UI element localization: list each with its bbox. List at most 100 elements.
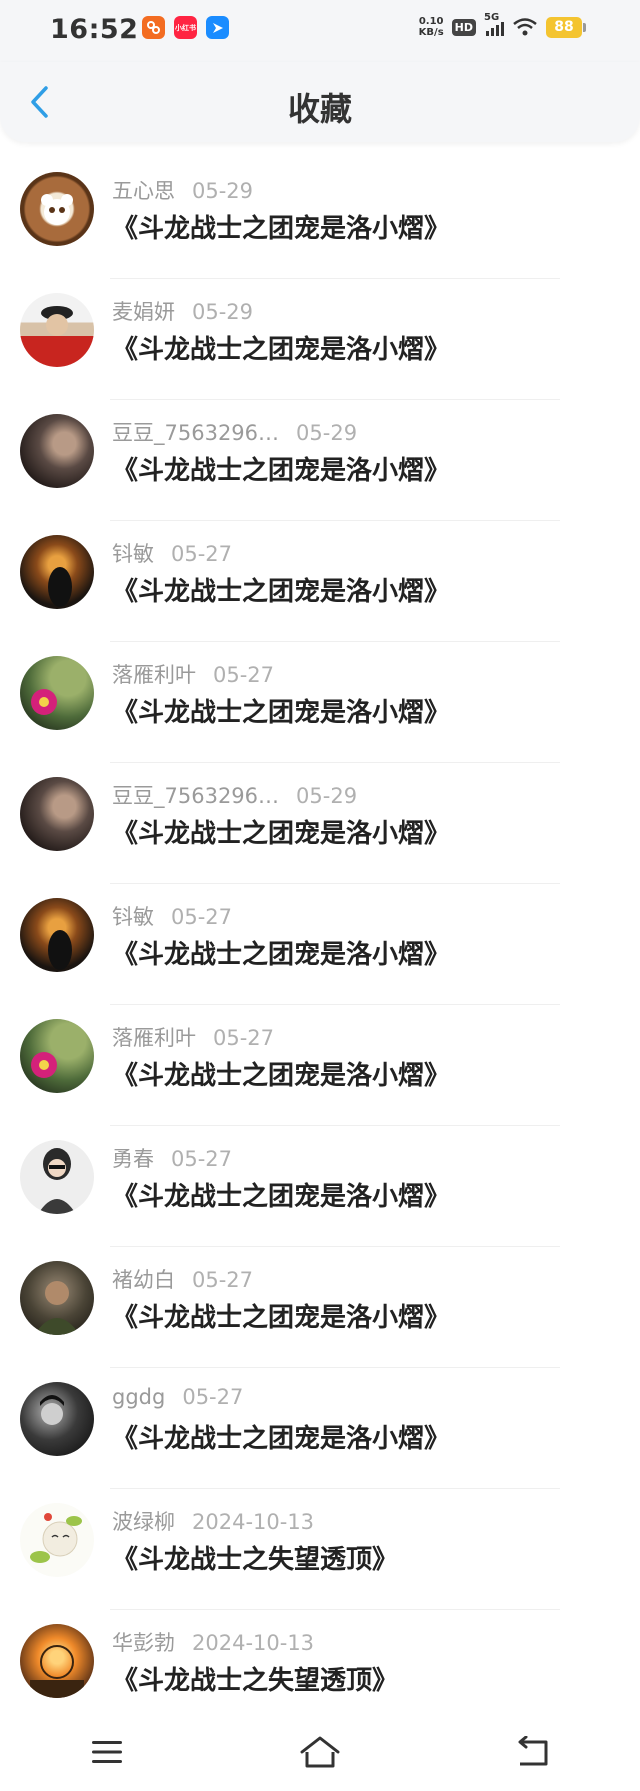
item-title: 《斗龙战士之失望透顶》 xyxy=(112,1666,399,1696)
username: 勇春 xyxy=(112,1147,154,1171)
item-date: 05-27 xyxy=(171,1147,233,1171)
list-item[interactable]: 豆豆_7563296… 05-29 《斗龙战士之团宠是洛小熠》 xyxy=(0,763,640,884)
item-title: 《斗龙战士之团宠是洛小熠》 xyxy=(112,698,451,728)
xiaohongshu-icon: 小红书 xyxy=(174,16,197,39)
username: ggdg xyxy=(112,1385,166,1409)
status-time: 16:52 xyxy=(50,14,139,45)
item-meta: 落雁利叶 05-27 xyxy=(112,659,274,689)
item-meta: 华彭勃 2024-10-13 xyxy=(112,1627,314,1657)
username: 华彭勃 xyxy=(112,1631,175,1655)
item-title: 《斗龙战士之团宠是洛小熠》 xyxy=(112,819,451,849)
item-meta: 落雁利叶 05-27 xyxy=(112,1022,274,1052)
username: 麦娟妍 xyxy=(112,300,175,324)
item-date: 05-27 xyxy=(171,905,233,929)
username: 五心思 xyxy=(112,179,175,203)
menu-icon xyxy=(91,1741,122,1763)
favorites-list: 五心思 05-29 《斗龙战士之团宠是洛小熠》 麦娟妍 05-29 《斗龙战士之团宠… xyxy=(0,158,640,1731)
item-title: 《斗龙战士之团宠是洛小熠》 xyxy=(112,1303,451,1333)
list-item[interactable]: 落雁利叶 05-27 《斗龙战士之团宠是洛小熠》 xyxy=(0,1005,640,1126)
item-title: 《斗龙战士之团宠是洛小熠》 xyxy=(112,940,451,970)
item-meta: 钭敏 05-27 xyxy=(112,901,232,931)
item-meta: 麦娟妍 05-29 xyxy=(112,296,253,326)
username: 褚幼白 xyxy=(112,1268,175,1292)
avatar[interactable] xyxy=(20,1503,94,1577)
net-speed-unit: KB/s xyxy=(418,27,444,38)
status-app-icons: 小红书 xyxy=(142,16,229,39)
net-speed: 0.10 KB/s xyxy=(419,16,444,38)
avatar[interactable] xyxy=(20,172,94,246)
username: 豆豆_7563296… xyxy=(112,421,280,445)
avatar[interactable] xyxy=(20,656,94,730)
item-title: 《斗龙战士之团宠是洛小熠》 xyxy=(112,335,451,365)
item-title: 《斗龙战士之失望透顶》 xyxy=(112,1545,399,1575)
avatar[interactable] xyxy=(20,1261,94,1335)
item-meta: ggdg 05-27 xyxy=(112,1385,243,1409)
item-date: 2024-10-13 xyxy=(192,1510,315,1534)
list-item[interactable]: 波绿柳 2024-10-13 《斗龙战士之失望透顶》 xyxy=(0,1489,640,1610)
home-button[interactable] xyxy=(290,1727,350,1777)
battery-level: 88 xyxy=(554,19,574,35)
item-meta: 五心思 05-29 xyxy=(112,175,253,205)
item-title: 《斗龙战士之团宠是洛小熠》 xyxy=(112,1424,451,1454)
avatar[interactable] xyxy=(20,1019,94,1093)
signal-icon: 5G xyxy=(484,12,504,36)
wifi-icon xyxy=(513,18,537,36)
list-item[interactable]: ggdg 05-27 《斗龙战士之团宠是洛小熠》 xyxy=(0,1368,640,1489)
system-nav-bar xyxy=(0,1713,640,1791)
item-title: 《斗龙战士之团宠是洛小熠》 xyxy=(112,577,451,607)
avatar[interactable] xyxy=(20,535,94,609)
item-date: 05-27 xyxy=(213,1026,275,1050)
avatar[interactable] xyxy=(20,1140,94,1214)
list-item[interactable]: 钭敏 05-27 《斗龙战士之团宠是洛小熠》 xyxy=(0,884,640,1005)
avatar[interactable] xyxy=(20,777,94,851)
list-item[interactable]: 勇春 05-27 《斗龙战士之团宠是洛小熠》 xyxy=(0,1126,640,1247)
app-icon-1 xyxy=(142,16,165,39)
username: 落雁利叶 xyxy=(112,1026,196,1050)
nav-header: 收藏 xyxy=(0,62,640,142)
list-item[interactable]: 豆豆_7563296… 05-29 《斗龙战士之团宠是洛小熠》 xyxy=(0,400,640,521)
item-title: 《斗龙战士之团宠是洛小熠》 xyxy=(112,1182,451,1212)
avatar[interactable] xyxy=(20,1382,94,1456)
username: 波绿柳 xyxy=(112,1510,175,1534)
avatar[interactable] xyxy=(20,1624,94,1698)
item-date: 05-27 xyxy=(213,663,275,687)
username: 钭敏 xyxy=(112,542,154,566)
list-item[interactable]: 褚幼白 05-27 《斗龙战士之团宠是洛小熠》 xyxy=(0,1247,640,1368)
home-icon xyxy=(300,1736,340,1768)
item-meta: 勇春 05-27 xyxy=(112,1143,232,1173)
username: 钭敏 xyxy=(112,905,154,929)
status-bar: 16:52 小红书 0.10 KB/s HD 5G 88 xyxy=(0,0,640,62)
item-date: 05-29 xyxy=(296,421,358,445)
avatar[interactable] xyxy=(20,293,94,367)
xiaohongshu-label: 小红书 xyxy=(175,23,196,32)
menu-button[interactable] xyxy=(77,1727,137,1777)
status-indicators: 0.10 KB/s HD 5G 88 xyxy=(419,12,586,38)
list-item[interactable]: 落雁利叶 05-27 《斗龙战士之团宠是洛小熠》 xyxy=(0,642,640,763)
avatar[interactable] xyxy=(20,898,94,972)
username: 落雁利叶 xyxy=(112,663,196,687)
item-date: 2024-10-13 xyxy=(192,1631,315,1655)
item-title: 《斗龙战士之团宠是洛小熠》 xyxy=(112,214,451,244)
network-label: 5G xyxy=(484,12,500,23)
item-meta: 钭敏 05-27 xyxy=(112,538,232,568)
item-meta: 褚幼白 05-27 xyxy=(112,1264,253,1294)
item-title: 《斗龙战士之团宠是洛小熠》 xyxy=(112,1061,451,1091)
item-date: 05-29 xyxy=(192,179,254,203)
battery-icon: 88 xyxy=(546,16,586,38)
item-meta: 波绿柳 2024-10-13 xyxy=(112,1506,314,1536)
username: 豆豆_7563296… xyxy=(112,784,280,808)
item-meta: 豆豆_7563296… 05-29 xyxy=(112,780,357,810)
list-item[interactable]: 麦娟妍 05-29 《斗龙战士之团宠是洛小熠》 xyxy=(0,279,640,400)
page-title: 收藏 xyxy=(287,90,352,128)
item-title: 《斗龙战士之团宠是洛小熠》 xyxy=(112,456,451,486)
back-icon xyxy=(518,1736,548,1766)
hd-badge: HD xyxy=(451,18,476,36)
avatar[interactable] xyxy=(20,414,94,488)
list-item[interactable]: 钭敏 05-27 《斗龙战士之团宠是洛小熠》 xyxy=(0,521,640,642)
list-item[interactable]: 五心思 05-29 《斗龙战士之团宠是洛小熠》 xyxy=(0,158,640,279)
app-icon-3 xyxy=(206,16,229,39)
net-speed-value: 0.10 xyxy=(418,16,444,27)
item-date: 05-29 xyxy=(192,300,254,324)
back-nav-button[interactable] xyxy=(503,1727,563,1777)
item-date: 05-27 xyxy=(192,1268,254,1292)
